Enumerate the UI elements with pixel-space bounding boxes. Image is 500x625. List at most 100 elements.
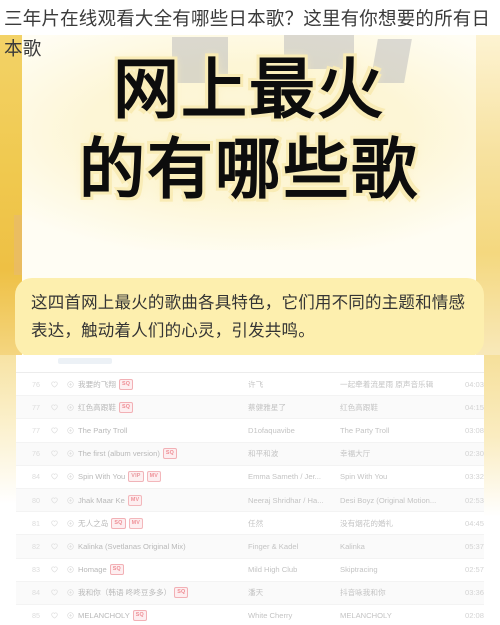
heart-icon[interactable] <box>46 404 62 411</box>
download-icon[interactable] <box>62 450 78 457</box>
row-index: 76 <box>32 379 40 389</box>
badge-sq: SQ <box>162 448 178 460</box>
badge-mv: MV <box>127 494 143 506</box>
song-artist[interactable]: 蔡健雅星了 <box>248 402 340 413</box>
song-artist[interactable]: Emma Sameth / Jer... <box>248 472 340 481</box>
song-duration: 04:15 <box>464 402 484 412</box>
song-artist[interactable]: White Cherry <box>248 611 340 620</box>
heart-icon[interactable] <box>46 566 62 573</box>
song-duration: 04:45 <box>464 518 484 528</box>
song-artist[interactable]: 任然 <box>248 518 340 529</box>
download-icon[interactable] <box>62 520 78 527</box>
song-album[interactable]: 红色高跟鞋 <box>340 402 456 413</box>
song-artist[interactable]: D1ofaquavibe <box>248 426 340 435</box>
badge-sq: SQ <box>109 564 124 576</box>
song-album[interactable]: 抖音咏我和你 <box>340 587 456 598</box>
badge-sq: SQ <box>118 401 134 413</box>
poster-image: 网上最火 的有哪些歌 这四首网上最火的歌曲各具特色，它们用不同的主题和情感表达，… <box>0 35 500 370</box>
song-title[interactable]: The Party Troll <box>78 426 248 435</box>
heart-icon[interactable] <box>46 381 62 388</box>
table-row[interactable]: 76 The first (album version) SQ 和平和波 幸福大厅 02:… <box>16 442 484 466</box>
song-title[interactable]: 红色高跟鞋 SQ <box>78 401 248 413</box>
song-album[interactable]: Skiptracing <box>340 565 456 574</box>
song-album[interactable]: Kalinka <box>340 542 456 551</box>
song-title[interactable]: 我要的飞翔 SQ <box>78 378 248 390</box>
heart-icon[interactable] <box>46 520 62 527</box>
badge-sq: SQ <box>174 587 189 599</box>
table-row[interactable]: 76 我要的飞翔 SQ 许飞 一起牵着流星雨 原声音乐辑 04:03 <box>16 373 484 397</box>
song-artist[interactable]: Mild High Club <box>248 565 340 574</box>
song-title[interactable]: 无人之岛 SQ MV <box>78 517 248 529</box>
download-icon[interactable] <box>62 543 78 550</box>
summary-card: 这四首网上最火的歌曲各具特色，它们用不同的主题和情感表达，触动着人们的心灵，引发… <box>15 278 484 357</box>
row-index: 83 <box>32 565 40 575</box>
song-artist[interactable]: Finger & Kadel <box>248 542 340 551</box>
song-title[interactable]: The first (album version) SQ <box>78 448 248 460</box>
song-artist[interactable]: Neeraj Shridhar / Ha... <box>248 496 340 505</box>
song-title[interactable]: 我和你（韩语 咚咚豆多多） SQ <box>78 587 248 599</box>
heart-icon[interactable] <box>46 497 62 504</box>
song-duration: 02:08 <box>464 611 484 621</box>
table-row[interactable]: 77 红色高跟鞋 SQ 蔡健雅星了 红色高跟鞋 04:15 <box>16 396 484 420</box>
song-title-text: 红色高跟鞋 <box>78 402 116 412</box>
heart-icon[interactable] <box>46 427 62 434</box>
heart-icon[interactable] <box>46 612 62 620</box>
download-icon[interactable] <box>62 473 78 481</box>
row-index: 81 <box>32 518 40 528</box>
table-row[interactable]: 84 我和你（韩语 咚咚豆多多） SQ 潘天 抖音咏我和你 03:36 <box>16 581 484 605</box>
heart-icon[interactable] <box>46 473 62 480</box>
row-index: 84 <box>32 588 40 598</box>
row-index: 77 <box>32 402 40 412</box>
song-album[interactable]: Desi Boyz (Original Motion... <box>340 496 456 505</box>
table-row[interactable]: 85 MELANCHOLY SQ White Cherry MELANCHOLY 02:0… <box>16 605 484 625</box>
song-title-text: Jhak Maar Ke <box>78 495 125 505</box>
badge-vip: VIP <box>128 471 144 483</box>
download-icon[interactable] <box>62 589 78 596</box>
song-artist[interactable]: 许飞 <box>248 379 340 390</box>
row-index: 80 <box>32 495 40 505</box>
song-album[interactable]: 一起牵着流星雨 原声音乐辑 <box>340 379 456 390</box>
song-title-text: 我要的飞翔 <box>78 379 116 389</box>
table-row[interactable]: 84 Spin With You VIP MV Emma Sameth / Jer...… <box>16 466 484 489</box>
song-title[interactable]: Jhak Maar Ke MV <box>78 494 248 506</box>
song-duration: 02:53 <box>464 495 484 505</box>
song-title[interactable]: Homage SQ <box>78 564 248 576</box>
song-list[interactable]: 76 我要的飞翔 SQ 许飞 一起牵着流星雨 原声音乐辑 04:03 77 红色高跟鞋 SQ 蔡健… <box>16 355 484 625</box>
table-row[interactable]: 80 Jhak Maar Ke MV Neeraj Shridhar / Ha... D… <box>16 488 484 513</box>
download-icon[interactable] <box>62 404 78 411</box>
download-icon[interactable] <box>62 566 78 573</box>
song-album[interactable]: Spin With You <box>340 472 456 481</box>
table-row[interactable]: 81 无人之岛 SQ MV 任然 没有烟花的婚礼 04:45 <box>16 512 484 536</box>
download-icon[interactable] <box>62 380 78 388</box>
song-title-text: The first (album version) <box>78 449 160 459</box>
table-row[interactable]: 82 Kalinka (Svetlanas Original Mix) Finger… <box>16 535 484 559</box>
heart-icon[interactable] <box>46 543 62 550</box>
song-rows[interactable]: 76 我要的飞翔 SQ 许飞 一起牵着流星雨 原声音乐辑 04:03 77 红色高跟鞋 SQ 蔡健… <box>16 373 484 625</box>
song-artist[interactable]: 和平和波 <box>248 448 340 459</box>
table-row[interactable]: 77 The Party Troll D1ofaquavibe The Party T… <box>16 419 484 443</box>
row-index: 82 <box>32 541 40 551</box>
song-title-text: MELANCHOLY <box>78 611 130 621</box>
download-icon[interactable] <box>62 427 78 434</box>
song-duration: 03:32 <box>464 472 484 482</box>
song-artist[interactable]: 潘天 <box>248 587 340 598</box>
song-title-text: 我和你（韩语 咚咚豆多多） <box>78 588 172 598</box>
song-title[interactable]: MELANCHOLY SQ <box>78 610 248 622</box>
song-album[interactable]: 幸福大厅 <box>340 448 456 459</box>
song-list-header <box>16 355 484 373</box>
row-index: 77 <box>32 425 40 435</box>
heart-icon[interactable] <box>46 450 62 457</box>
download-icon[interactable] <box>62 496 78 504</box>
song-title-text: 无人之岛 <box>78 518 109 528</box>
list-right-border <box>484 355 500 625</box>
song-album[interactable]: The Party Troll <box>340 426 456 435</box>
song-title[interactable]: Kalinka (Svetlanas Original Mix) <box>78 542 248 551</box>
download-icon[interactable] <box>62 612 78 620</box>
badge-mv: MV <box>128 517 144 529</box>
heart-icon[interactable] <box>46 589 62 596</box>
song-album[interactable]: 没有烟花的婚礼 <box>340 518 456 529</box>
song-duration: 03:36 <box>464 588 484 598</box>
table-row[interactable]: 83 Homage SQ Mild High Club Skiptracing 02:57 <box>16 559 484 582</box>
song-title[interactable]: Spin With You VIP MV <box>78 471 248 483</box>
song-album[interactable]: MELANCHOLY <box>340 611 456 620</box>
